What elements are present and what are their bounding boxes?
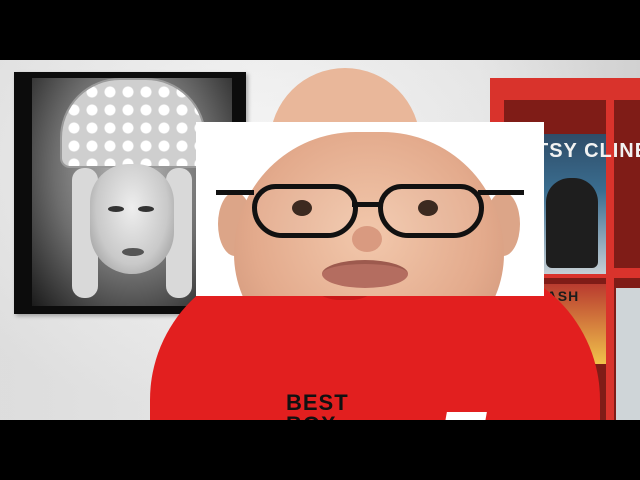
eye-left (292, 200, 312, 216)
poster-pearl-hat (60, 78, 206, 168)
poster-lips (122, 248, 144, 256)
record-cover-figure (546, 178, 598, 268)
eye-right (418, 200, 438, 216)
mouth (322, 260, 408, 288)
record-title: TSY CLINE (536, 140, 640, 162)
poster-face (90, 164, 174, 274)
glasses-arm-right (478, 190, 524, 195)
glasses-bridge (352, 202, 382, 207)
glasses-arm-left (216, 190, 254, 195)
face-overlay-panel (196, 122, 544, 296)
record-sleeve-3 (616, 288, 640, 420)
record-sleeve: TSY CLINE (536, 134, 640, 274)
shirt-print-text: BEST BOX (286, 390, 349, 421)
shirt-patch (445, 412, 487, 420)
video-frame: TSY CLINE KLASH BEST BOX (0, 60, 640, 420)
poster-eye-left (108, 206, 124, 212)
nose (352, 226, 382, 252)
poster-eye-right (138, 206, 154, 212)
